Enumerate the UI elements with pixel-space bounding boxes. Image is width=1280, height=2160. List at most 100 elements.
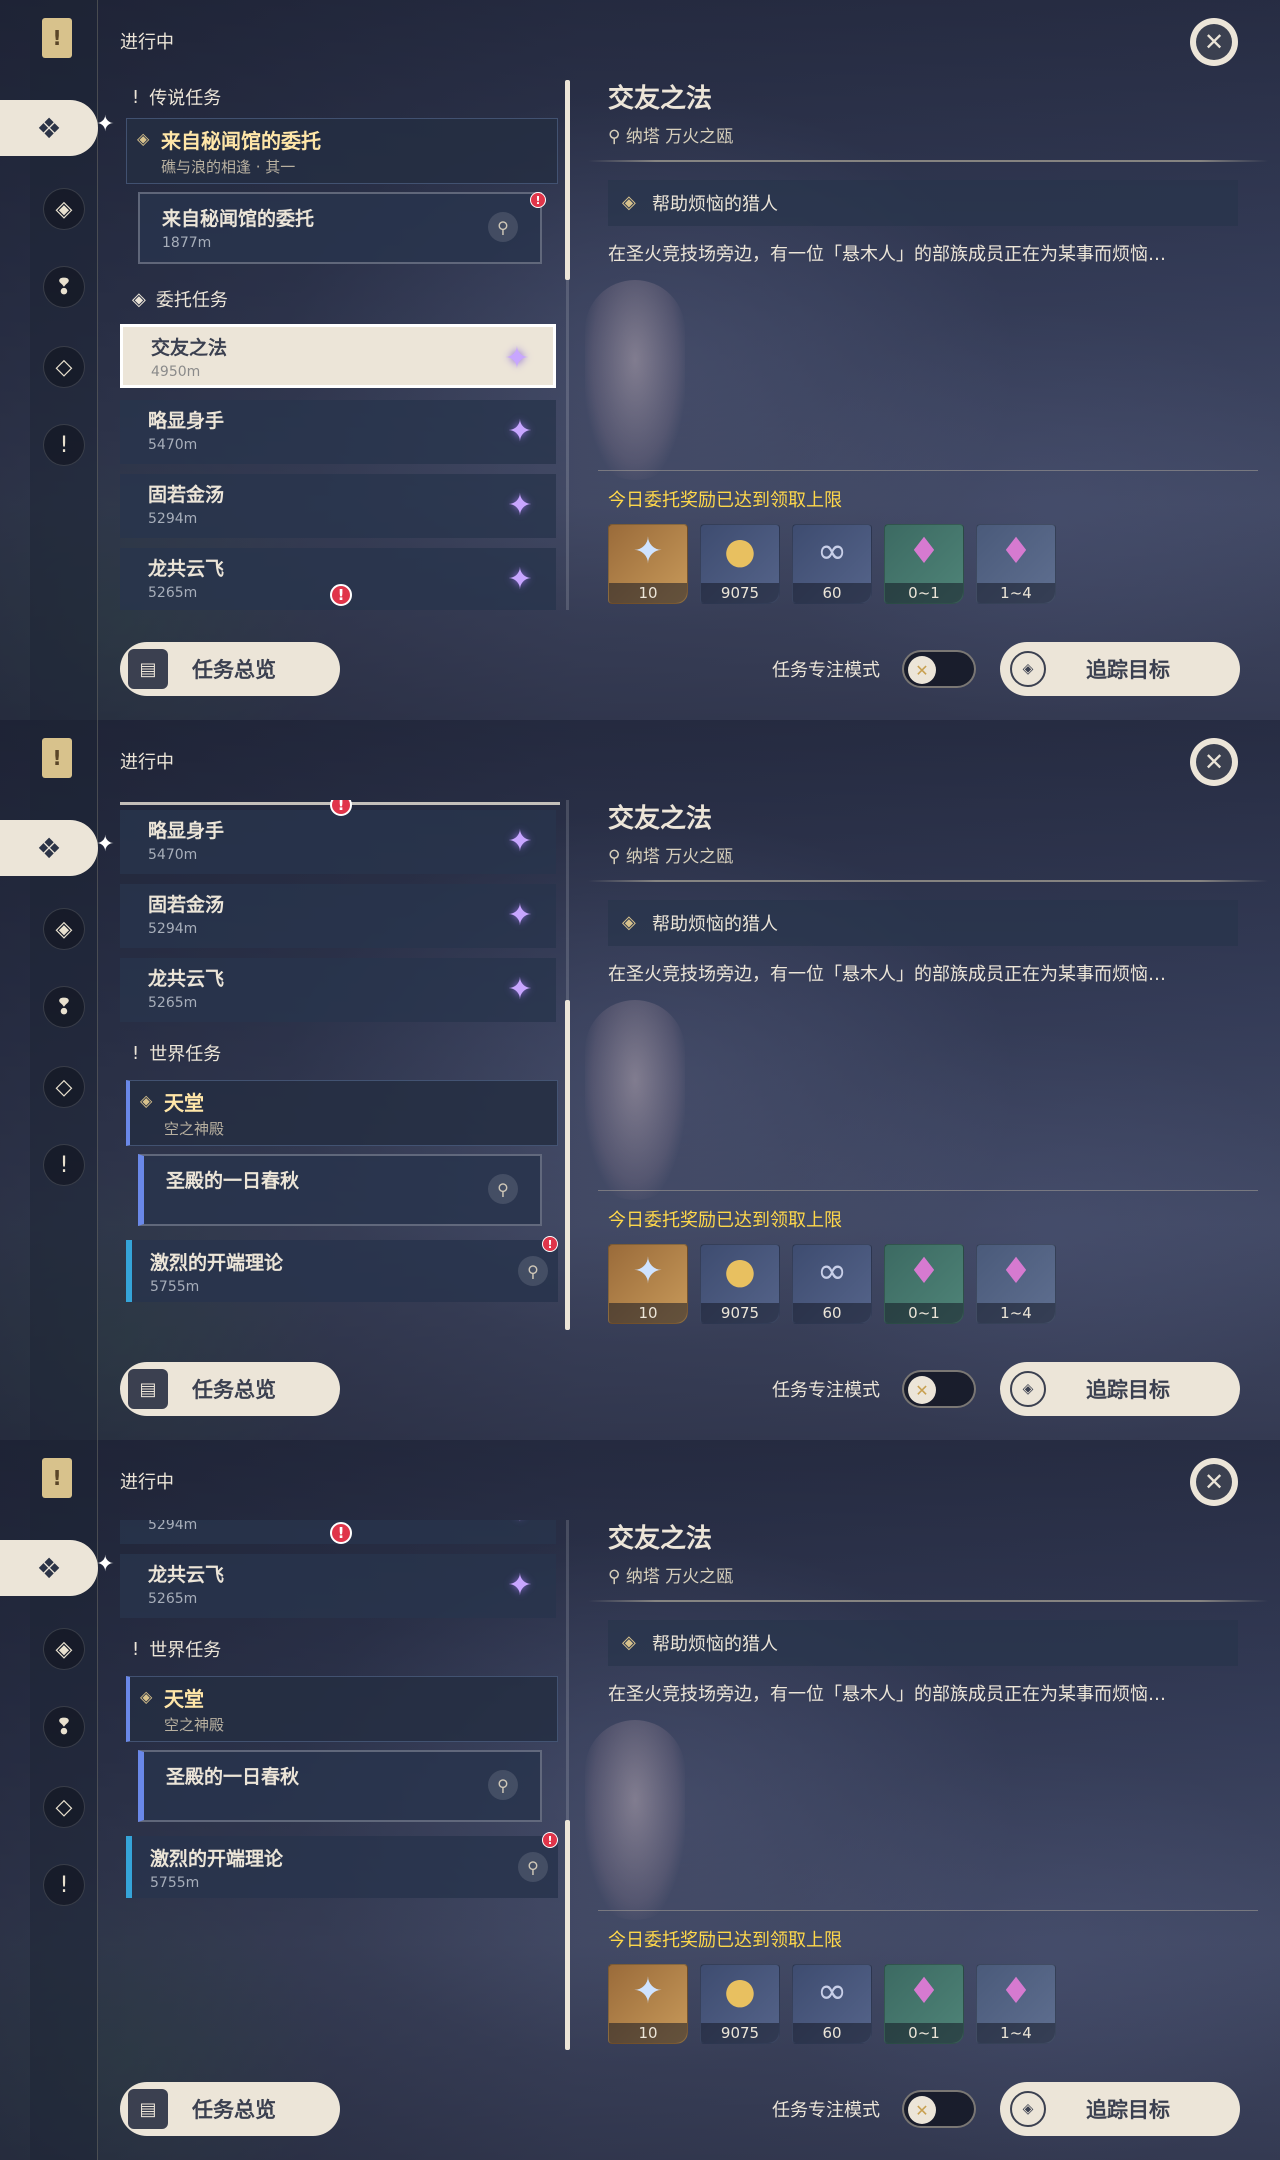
world-quest-icon[interactable]: !: [43, 1864, 85, 1906]
story-quest-icon[interactable]: ❢: [43, 986, 85, 1028]
world-quest-group[interactable]: ◈ 天堂 空之神殿: [126, 1080, 558, 1146]
world-quest-item[interactable]: 激烈的开端理论 5755m ⚲: [126, 1240, 558, 1302]
toggle-off-icon: ✕: [908, 656, 936, 684]
exclaim-icon: !: [132, 1042, 140, 1064]
commission-item[interactable]: 略显身手 5470m ✦: [120, 810, 556, 874]
quest-location: ⚲ 纳塔 万火之瓯: [608, 127, 734, 147]
reward-item[interactable]: ♦ 1~4: [976, 524, 1056, 604]
bookmark-icon[interactable]: !: [42, 18, 72, 58]
location-pin-icon[interactable]: ⚲: [488, 1174, 518, 1204]
commission-item[interactable]: 略显身手 5470m ✦: [120, 400, 556, 464]
archon-quest-icon[interactable]: ◈: [43, 188, 85, 230]
scrollbar[interactable]: [565, 80, 570, 610]
quest-details: 交友之法 ⚲ 纳塔 万火之瓯 ◈ 帮助烦恼的猎人 在圣火竞技场旁边，有一位「悬木人…: [588, 720, 1268, 1440]
sparkle-icon: ✦: [96, 1552, 115, 1577]
legend-quest-group[interactable]: ◈ 来自秘闻馆的委托 礁与浪的相逢 · 其一: [126, 118, 558, 184]
location-pin-icon[interactable]: ⚲: [518, 1256, 548, 1286]
sidebar-item-all-active[interactable]: ❖: [0, 1540, 98, 1596]
reward-item[interactable]: ∞ 60: [792, 524, 872, 604]
scroll-thumb[interactable]: [565, 1000, 570, 1330]
commission-item[interactable]: 龙共云飞 5265m ✦: [120, 1554, 556, 1618]
focus-mode-toggle[interactable]: ✕: [902, 2090, 976, 2128]
sidebar-item-all-active[interactable]: ❖: [0, 820, 98, 876]
commission-quest-icon[interactable]: ◇: [43, 1066, 85, 1108]
commission-quest-icon[interactable]: ◇: [43, 1786, 85, 1828]
bookmark-icon[interactable]: !: [42, 738, 72, 778]
archon-quest-icon[interactable]: ◈: [43, 1628, 85, 1670]
reward-item[interactable]: ♦ 1~4: [976, 1964, 1056, 2044]
reward-item[interactable]: ∞ 60: [792, 1244, 872, 1324]
scroll-thumb[interactable]: [565, 80, 570, 280]
diamond-icon: ◈: [140, 1091, 153, 1110]
divider: [588, 1600, 1268, 1602]
quest-overview-button[interactable]: ▤ 任务总览: [120, 2082, 340, 2136]
world-sub-quest[interactable]: 圣殿的一日春秋 ⚲: [138, 1750, 542, 1822]
focus-mode-label: 任务专注模式: [772, 2100, 880, 2121]
quest-objective: ◈ 帮助烦恼的猎人: [608, 900, 1238, 946]
legend-sub-quest[interactable]: 来自秘闻馆的委托 1877m ⚲: [138, 192, 542, 264]
reward-notice: 今日委托奖励已达到领取上限: [608, 1210, 842, 1231]
track-target-button[interactable]: ◈ 追踪目标: [1000, 2082, 1240, 2136]
reward-item[interactable]: ● 9075: [700, 1244, 780, 1324]
reward-item[interactable]: ∞ 60: [792, 1964, 872, 2044]
track-target-button[interactable]: ◈ 追踪目标: [1000, 1362, 1240, 1416]
reward-item[interactable]: ✦ 10: [608, 1244, 688, 1324]
location-pin-icon: ⚲: [608, 1567, 626, 1587]
scrollbar[interactable]: [565, 1520, 570, 2050]
focus-mode-toggle[interactable]: ✕: [902, 1370, 976, 1408]
commission-item[interactable]: 固若金汤 5294m ✦: [120, 474, 556, 538]
focus-mode-label: 任务专注模式: [772, 1380, 880, 1401]
reward-item[interactable]: ♦ 0~1: [884, 1244, 964, 1324]
reward-item[interactable]: ♦ 0~1: [884, 1964, 964, 2044]
quest-overview-button[interactable]: ▤ 任务总览: [120, 642, 340, 696]
commission-item[interactable]: 龙共云飞 5265m ✦: [120, 958, 556, 1022]
archon-quest-icon[interactable]: ◈: [43, 908, 85, 950]
location-pin-icon[interactable]: ⚲: [518, 1852, 548, 1882]
reward-list: ✦ 10 ● 9075 ∞ 60 ♦ 0~1 ♦ 1~4: [608, 1244, 1056, 1324]
reward-notice: 今日委托奖励已达到领取上限: [608, 1930, 842, 1951]
primogem-icon: ✦: [632, 1971, 664, 2012]
world-quest-icon[interactable]: !: [43, 1144, 85, 1186]
quest-overview-button[interactable]: ▤ 任务总览: [120, 1362, 340, 1416]
reward-item[interactable]: ✦ 10: [608, 1964, 688, 2044]
scroll-thumb[interactable]: [565, 1820, 570, 2050]
companionship-exp-icon: ∞: [817, 531, 847, 572]
world-quest-item[interactable]: 激烈的开端理论 5755m ⚲: [126, 1836, 558, 1898]
sparkle-icon: ✦: [96, 112, 115, 137]
track-target-button[interactable]: ◈ 追踪目标: [1000, 642, 1240, 696]
world-quest-group[interactable]: ◈ 天堂 空之神殿: [126, 1676, 558, 1742]
focus-mode-label: 任务专注模式: [772, 660, 880, 681]
crystal-cluster-icon: ♦: [999, 531, 1033, 572]
sidebar-item-all-active[interactable]: ❖: [0, 100, 98, 156]
crystal-icon: ♦: [907, 1251, 941, 1292]
reward-item[interactable]: ● 9075: [700, 524, 780, 604]
location-pin-icon[interactable]: ⚲: [488, 212, 518, 242]
scrollbar[interactable]: [565, 800, 570, 1330]
commission-star-icon: ✦: [504, 341, 530, 376]
quest-objective: ◈ 帮助烦恼的猎人: [608, 180, 1238, 226]
story-quest-icon[interactable]: ❢: [43, 266, 85, 308]
quest-location: ⚲ 纳塔 万火之瓯: [608, 847, 734, 867]
focus-mode-toggle[interactable]: ✕: [902, 650, 976, 688]
story-quest-icon[interactable]: ❢: [43, 1706, 85, 1748]
companionship-exp-icon: ∞: [817, 1251, 847, 1292]
commission-item-selected[interactable]: 交友之法 4950m ✦: [120, 324, 556, 388]
bookmark-icon[interactable]: !: [42, 1458, 72, 1498]
reward-item[interactable]: ● 9075: [700, 1964, 780, 2044]
world-quest-icon[interactable]: !: [43, 424, 85, 466]
alert-icon: !: [542, 1236, 558, 1252]
reward-item[interactable]: ♦ 1~4: [976, 1244, 1056, 1324]
commission-quest-icon[interactable]: ◇: [43, 346, 85, 388]
location-pin-icon[interactable]: ⚲: [488, 1770, 518, 1800]
quest-panel-1: ◈ ❢ ◇ ! ! ❖ ✦ 进行中 ! 传说任务 ◈ 来自秘闻馆的委托 礁与浪的相…: [0, 0, 1280, 720]
primogem-icon: ✦: [632, 531, 664, 572]
quest-description: 在圣火竞技场旁边，有一位「悬木人」的部族成员正在为某事而烦恼…: [608, 964, 1166, 985]
quest-description: 在圣火竞技场旁边，有一位「悬木人」的部族成员正在为某事而烦恼…: [608, 1684, 1166, 1705]
reward-item[interactable]: ✦ 10: [608, 524, 688, 604]
commission-item[interactable]: 固若金汤 5294m ✦: [120, 884, 556, 948]
diamond-icon: ◈: [1010, 1371, 1046, 1407]
all-quests-icon: ❖: [36, 831, 62, 865]
reward-item[interactable]: ♦ 0~1: [884, 524, 964, 604]
world-sub-quest[interactable]: 圣殿的一日春秋 ⚲: [138, 1154, 542, 1226]
location-pin-icon: ⚲: [608, 127, 626, 147]
